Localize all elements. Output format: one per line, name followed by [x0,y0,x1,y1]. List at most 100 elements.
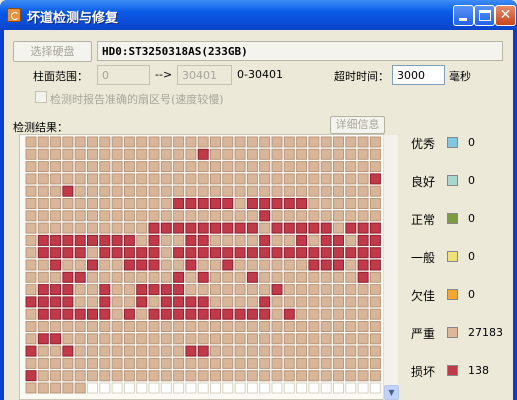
sector-cell-severe [308,198,320,209]
sector-cell-severe [50,357,62,369]
sector-cell-damaged [37,308,49,320]
sector-cell-severe [345,185,357,197]
sector-cell-damaged [320,247,332,259]
sector-cell-damaged [50,259,62,271]
sector-cell-severe [173,210,185,222]
sector-cell-damaged [62,296,74,308]
sector-cell-unscanned [210,382,221,394]
sector-cell-severe [333,271,344,283]
sector-cell-damaged [320,259,332,271]
grid-scrollbar[interactable]: ▼ [383,135,399,400]
sector-cell-severe [99,259,111,271]
sector-cell-severe [197,210,209,222]
sector-cell-severe [234,333,246,345]
sector-cell-damaged [99,296,111,308]
sector-cell-severe [283,185,295,197]
report-sector-checkbox[interactable] [35,91,47,103]
sector-cell-severe [87,333,98,345]
sector-cell-damaged [234,222,246,234]
sector-cell-severe [369,296,381,308]
minimize-button[interactable] [453,5,474,26]
sector-cell-damaged [197,345,209,357]
sector-cell-unscanned [333,382,344,394]
sector-cell-severe [320,333,332,345]
sector-cell-severe [271,296,283,308]
detail-info-button[interactable]: 详细信息 [330,116,385,134]
sector-cell-damaged [259,198,271,209]
sector-cell-severe [173,357,185,369]
sector-cell-unscanned [320,382,332,394]
sector-cell-damaged [136,259,148,271]
sector-cell-severe [246,370,258,382]
sector-cell-severe [222,284,234,296]
sector-cell-severe [62,259,74,271]
maximize-button[interactable] [474,5,495,26]
select-disk-button[interactable]: 选择硬盘 [13,41,92,62]
sector-cell-severe [210,136,221,148]
sector-cell-damaged [160,284,172,296]
sector-cell-damaged [185,259,197,271]
sector-cell-severe [222,333,234,345]
sector-cell-severe [210,173,221,185]
sector-cell-severe [99,148,111,160]
sector-cell-damaged [25,370,37,382]
sector-cell-damaged [136,284,148,296]
sector-cell-severe [99,345,111,357]
sector-cell-severe [197,333,209,345]
sector-cell-severe [259,259,271,271]
cylinder-start-input[interactable]: 0 [97,65,150,85]
sector-cell-damaged [173,271,185,283]
sector-cell-severe [210,271,221,283]
sector-cell-unscanned [234,382,246,394]
sector-cell-severe [99,173,111,185]
cylinder-end-input[interactable]: 30401 [177,65,232,85]
sector-cell-severe [136,370,148,382]
sector-cell-damaged [197,271,209,283]
sector-cell-severe [173,370,185,382]
sector-cell-severe [111,185,123,197]
sector-cell-severe [37,382,49,394]
sector-cell-severe [234,271,246,283]
sector-cell-damaged [259,234,271,246]
sector-cell-severe [25,271,37,283]
sector-cell-severe [345,345,357,357]
sector-cell-severe [148,321,160,332]
legend-label: 严重 [411,327,436,341]
sector-cell-unscanned [345,382,357,394]
sector-cell-damaged [222,247,234,259]
sector-cell-severe [136,345,148,357]
sector-cell-severe [271,308,283,320]
sector-cell-damaged [62,271,74,283]
timeout-input[interactable]: 3000 [392,65,445,85]
sector-cell-severe [160,148,172,160]
sector-cell-severe [308,136,320,148]
sector-cell-severe [271,210,283,222]
sector-cell-severe [271,185,283,197]
sector-cell-severe [25,198,37,209]
sector-cell-severe [283,333,295,345]
sector-cell-severe [123,148,135,160]
sector-cell-severe [246,345,258,357]
scroll-down-icon[interactable]: ▼ [384,385,399,400]
sector-cell-severe [369,370,381,382]
sector-cell-severe [345,136,357,148]
sector-cell-severe [62,222,74,234]
sector-cell-severe [333,136,344,148]
sector-cell-damaged [357,247,369,259]
sector-cell-severe [333,333,344,345]
sector-cell-unscanned [87,382,98,394]
sector-cell-damaged [185,234,197,246]
sector-cell-severe [283,284,295,296]
sector-cell-damaged [246,247,258,259]
close-button[interactable]: ✕ [495,5,516,26]
sector-cell-severe [259,271,271,283]
sector-cell-severe [197,284,209,296]
sector-cell-severe [185,185,197,197]
sector-cell-severe [308,370,320,382]
title-bar[interactable]: 坏道检测与修复 ✕ [0,0,517,30]
sector-cell-severe [185,173,197,185]
sector-cell-severe [160,161,172,173]
sector-cell-damaged [333,259,344,271]
timeout-unit: 毫秒 [449,70,471,83]
sector-cell-unscanned [222,382,234,394]
